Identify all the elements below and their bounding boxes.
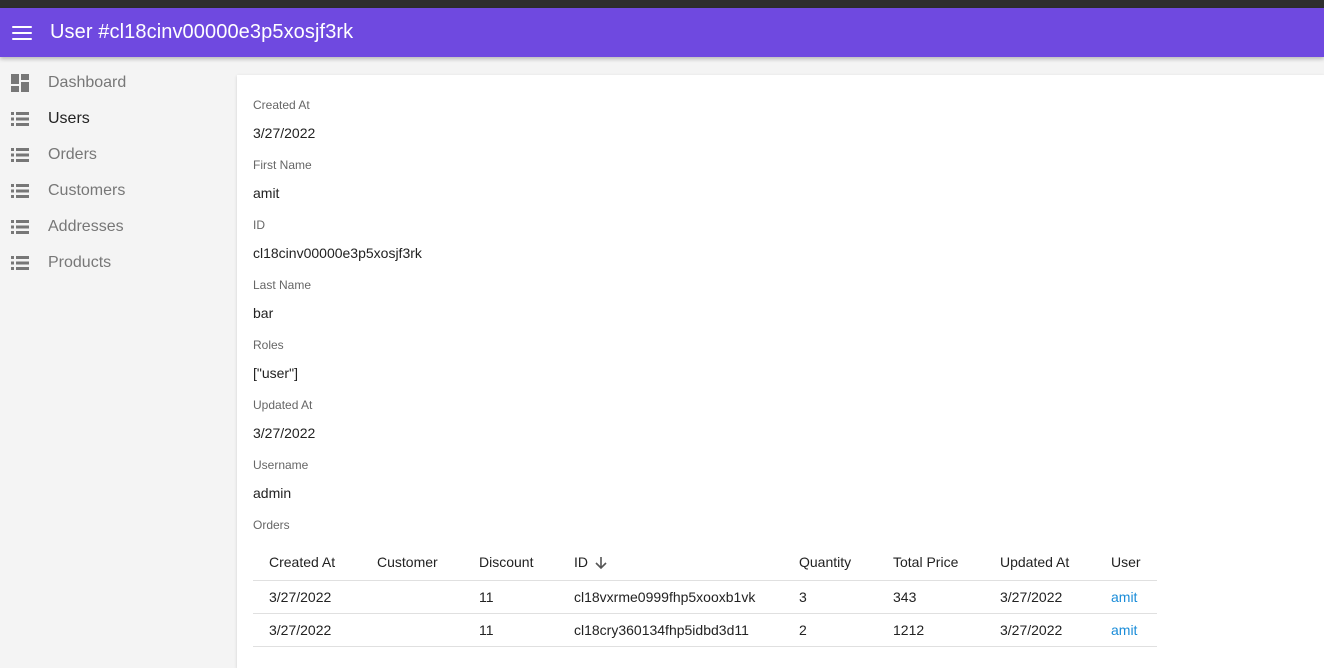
column-header-created-at[interactable]: Created At [253,545,361,581]
cell-created-at: 3/27/2022 [253,613,361,647]
cell-quantity: 3 [783,580,877,614]
sidebar-item-label: Customers [48,182,126,199]
field-label-roles: Roles [253,338,284,352]
arrow-down-icon [595,557,607,570]
list-icon [11,184,29,198]
column-header-customer[interactable]: Customer [361,545,463,581]
field-value-created-at: 3/27/2022 [253,125,316,141]
sidebar-item-label: Orders [48,146,97,163]
cell-updated-at: 3/27/2022 [984,613,1095,647]
cell-discount: 11 [463,580,558,614]
sidebar-item-label: Dashboard [48,74,127,91]
user-link[interactable]: amit [1111,622,1137,638]
cell-total-price: 1212 [877,613,984,647]
cell-id: cl18vxrme0999fhp5xooxb1vk [558,580,783,614]
orders-section-label: Orders [253,518,290,532]
cell-id: cl18cry360134fhp5idbd3d11 [558,613,783,647]
field-label-username: Username [253,458,309,472]
cell-quantity: 2 [783,613,877,647]
app-bar: User #cl18cinv00000e3p5xosjf3rk [0,8,1324,57]
list-icon [11,112,29,126]
field-value-updated-at: 3/27/2022 [253,425,316,441]
user-link[interactable]: amit [1111,589,1137,605]
cell-customer [361,580,463,614]
sidebar-item-dashboard[interactable]: Dashboard [0,65,236,101]
list-icon [11,256,29,270]
field-label-id: ID [253,218,265,232]
sidebar-item-label: Users [48,110,90,127]
cell-discount: 11 [463,613,558,647]
field-label-updated-at: Updated At [253,398,313,412]
dashboard-icon [11,74,29,92]
field-label-first-name: First Name [253,158,312,172]
page-title: User #cl18cinv00000e3p5xosjf3rk [50,21,354,43]
field-value-username: admin [253,485,292,501]
column-header-id[interactable]: ID [558,545,783,581]
field-value-first-name: amit [253,185,280,201]
list-icon [11,220,29,234]
cell-created-at: 3/27/2022 [253,580,361,614]
menu-icon[interactable] [11,24,33,42]
table-row[interactable]: 3/27/2022 11 cl18vxrme0999fhp5xooxb1vk 3… [253,580,1157,614]
table-header-row: Created At Customer Discount ID Quantity… [253,545,1157,581]
sidebar-item-products[interactable]: Products [0,245,236,281]
field-value-id: cl18cinv00000e3p5xosjf3rk [253,245,422,261]
window-top-strip [0,0,1324,8]
record-detail-panel: Created At 3/27/2022 First Name amit ID … [237,75,1324,668]
list-icon [11,148,29,162]
column-header-user[interactable]: User [1095,545,1157,581]
sidebar-item-orders[interactable]: Orders [0,137,236,173]
sidebar-item-users[interactable]: Users [0,101,236,137]
column-header-discount[interactable]: Discount [463,545,558,581]
sidebar-item-addresses[interactable]: Addresses [0,209,236,245]
field-label-created-at: Created At [253,98,310,112]
sidebar-item-label: Products [48,254,112,271]
cell-customer [361,613,463,647]
table-row[interactable]: 3/27/2022 11 cl18cry360134fhp5idbd3d11 2… [253,613,1157,647]
cell-user: amit [1095,613,1157,647]
field-value-roles: ["user"] [253,365,298,381]
column-header-updated-at[interactable]: Updated At [984,545,1095,581]
column-header-quantity[interactable]: Quantity [783,545,877,581]
sidebar: Dashboard Users Orders Customers Address… [0,57,236,668]
orders-table: Created At Customer Discount ID Quantity… [253,545,1157,647]
field-label-last-name: Last Name [253,278,312,292]
cell-user: amit [1095,580,1157,614]
field-value-last-name: bar [253,305,274,321]
sidebar-item-label: Addresses [48,218,124,235]
cell-total-price: 343 [877,580,984,614]
cell-updated-at: 3/27/2022 [984,580,1095,614]
sidebar-item-customers[interactable]: Customers [0,173,236,209]
column-header-total-price[interactable]: Total Price [877,545,984,581]
